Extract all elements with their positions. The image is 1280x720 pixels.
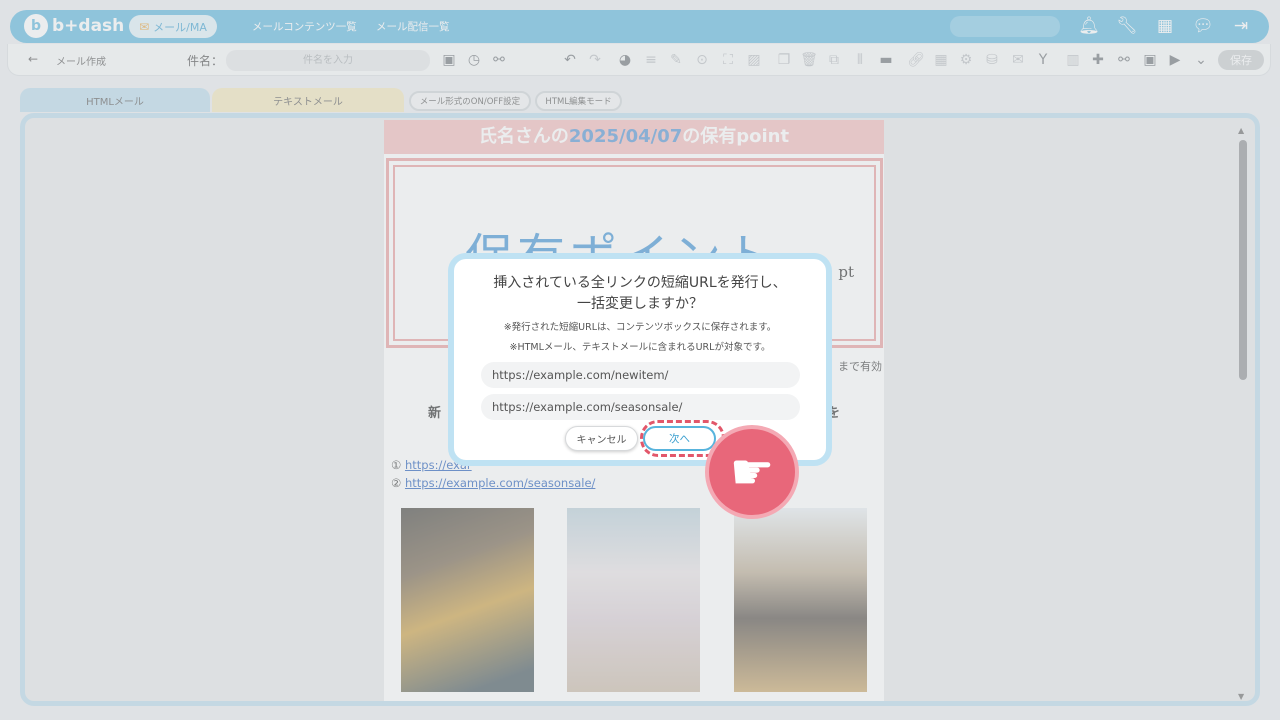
dialog-title-line-1: 挿入されている全リンクの短縮URLを発行し、 [493, 275, 787, 291]
next-button[interactable]: 次へ [643, 426, 716, 451]
pointing-hand-icon: ☛ [729, 443, 775, 501]
dialog-title: 挿入されている全リンクの短縮URLを発行し、 一括変更しますか？ [454, 273, 826, 315]
cancel-button[interactable]: キャンセル [565, 426, 638, 451]
dialog-title-line-2: 一括変更しますか？ [577, 296, 703, 312]
dialog-note-1: ※発行された短縮URLは、コンテンツボックスに保存されます。 [503, 322, 777, 333]
pointer-hand-badge: ☛ [705, 425, 799, 519]
url-item-1: https://example.com/newitem/ [481, 362, 800, 388]
url-item-2: https://example.com/seasonsale/ [481, 394, 800, 420]
dialog-note-2: ※HTMLメール、テキストメールに含まれるURLが対象です。 [509, 342, 771, 353]
